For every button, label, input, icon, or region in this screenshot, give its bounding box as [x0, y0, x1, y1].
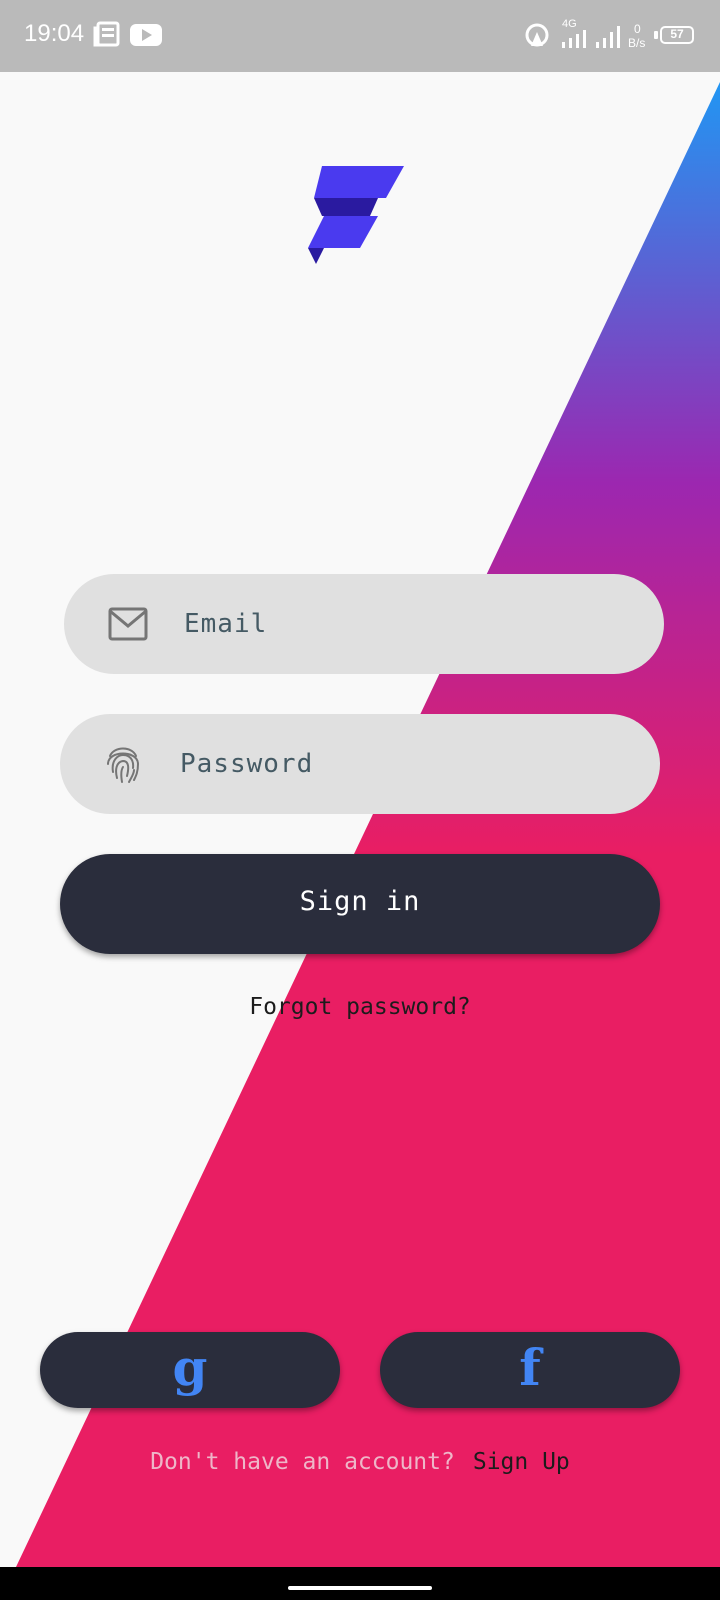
facebook-sign-in-button[interactable]: f	[380, 1332, 680, 1408]
network-type: 4G	[562, 18, 577, 30]
google-sign-in-button[interactable]: g	[40, 1332, 340, 1408]
sign-in-button[interactable]: Sign in	[60, 854, 660, 954]
no-account-text: Don't have an account?	[150, 1449, 455, 1475]
battery-icon: 57	[660, 26, 694, 44]
battery-level: 57	[670, 27, 684, 41]
youtube-icon	[130, 24, 162, 46]
battery-tip	[654, 31, 658, 39]
forgot-password-link[interactable]: Forgot password?	[0, 994, 720, 1020]
status-bar: 19:04 4G 0 B/s 57	[0, 0, 720, 72]
google-icon: g	[172, 1338, 208, 1397]
signal-4g-icon	[562, 30, 586, 48]
facebook-icon: f	[519, 1338, 541, 1397]
net-speed-unit: B/s	[628, 36, 646, 50]
email-input[interactable]	[184, 606, 624, 642]
mail-icon	[108, 607, 148, 641]
password-field[interactable]	[60, 714, 660, 814]
fingerprint-icon	[107, 747, 140, 783]
signup-row: Don't have an account? Sign Up	[0, 1449, 720, 1475]
password-input[interactable]	[180, 746, 620, 782]
home-indicator[interactable]	[288, 1586, 432, 1590]
hotspot-icon	[525, 23, 549, 47]
email-field[interactable]	[64, 574, 664, 674]
navigation-bar	[0, 1567, 720, 1600]
status-time: 19:04	[24, 20, 85, 47]
net-speed-value: 0	[634, 22, 641, 36]
login-screen: Sign in Forgot password? g f Don't have …	[0, 72, 720, 1567]
sign-in-label: Sign in	[299, 886, 421, 917]
signal-icon	[596, 26, 620, 48]
sign-up-link[interactable]: Sign Up	[473, 1449, 570, 1475]
news-icon	[93, 21, 120, 47]
app-logo	[308, 166, 404, 264]
